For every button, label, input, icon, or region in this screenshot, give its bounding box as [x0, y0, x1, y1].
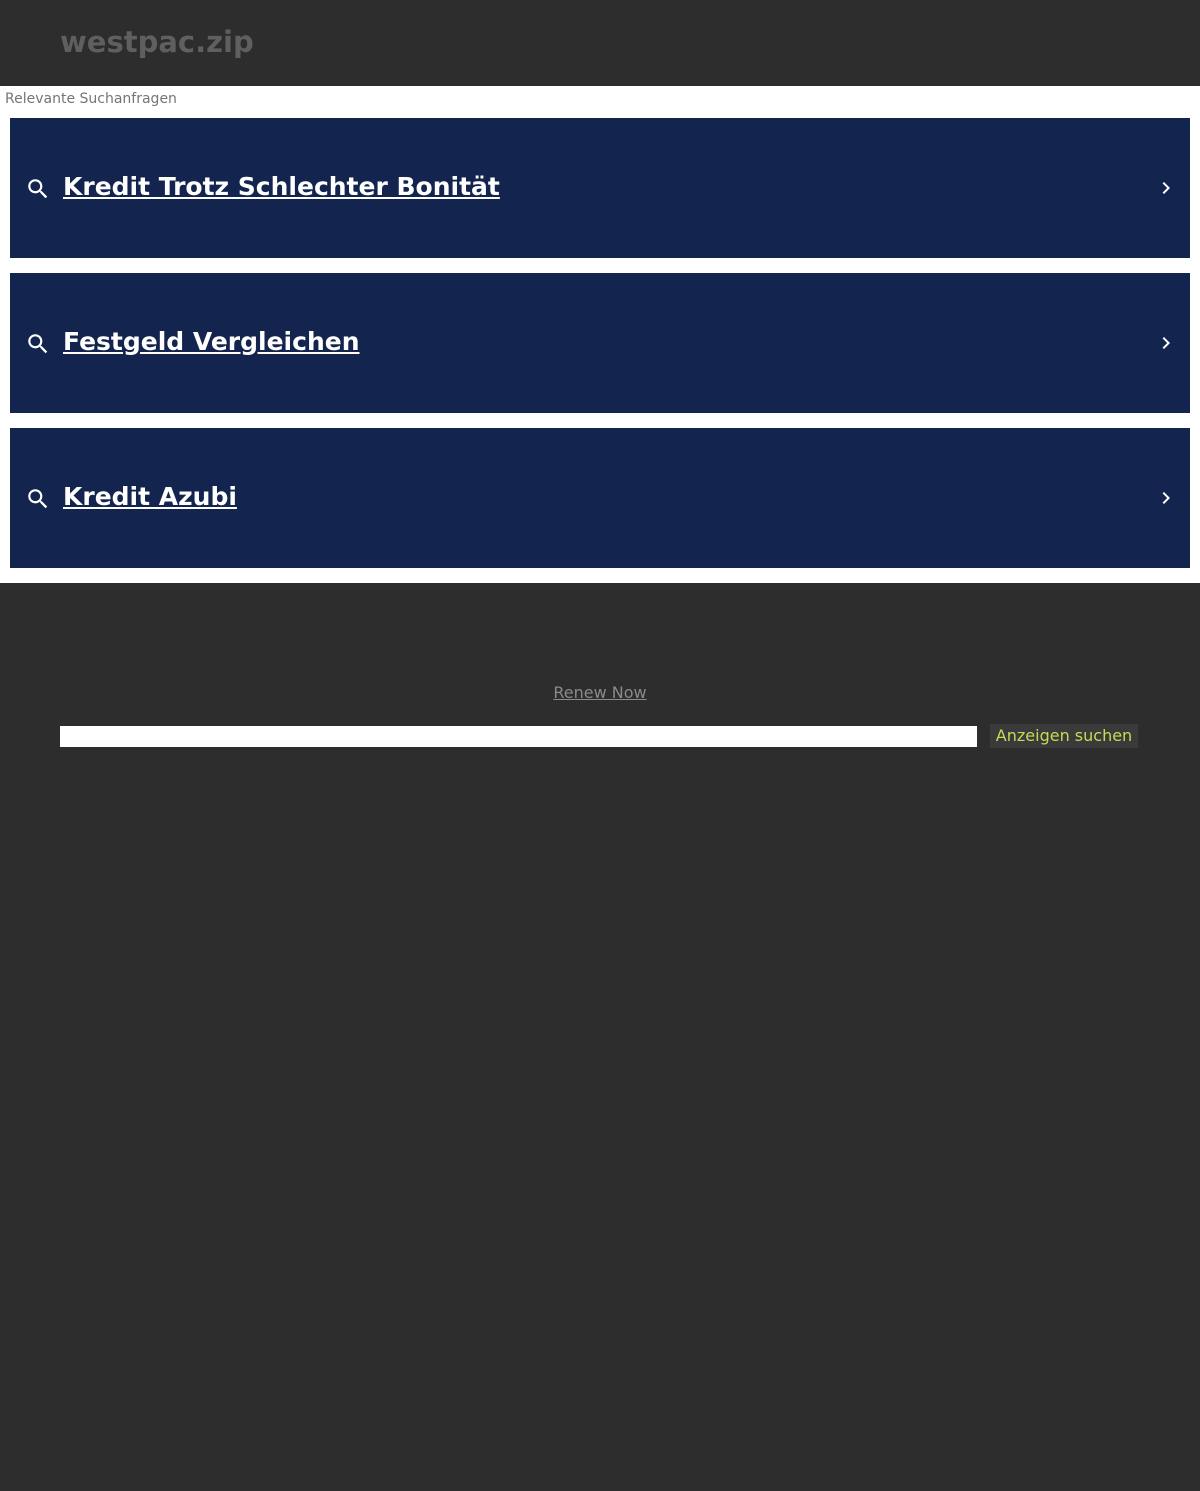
search-ads-button[interactable]: Anzeigen suchen — [990, 724, 1138, 748]
chevron-right-icon — [1162, 182, 1170, 194]
related-search-label: Festgeld Vergleichen — [63, 327, 360, 356]
search-icon — [28, 334, 48, 354]
header: westpac.zip — [0, 0, 1200, 86]
related-searches: Relevante Suchanfragen Kredit Trotz Schl… — [0, 86, 1200, 583]
related-search-label: Kredit Azubi — [63, 482, 237, 511]
search-icon — [28, 179, 48, 199]
chevron-right-icon — [1162, 337, 1170, 349]
domain-title: westpac.zip — [60, 25, 254, 59]
footer: Renew Now Anzeigen suchen — [0, 583, 1200, 1491]
related-search-link[interactable]: Kredit Azubi — [10, 428, 1190, 568]
related-search-label: Kredit Trotz Schlechter Bonität — [63, 172, 500, 201]
chevron-right-icon — [1162, 492, 1170, 504]
related-search-link[interactable]: Festgeld Vergleichen — [10, 273, 1190, 413]
related-searches-heading: Relevante Suchanfragen — [5, 91, 177, 107]
related-search-link[interactable]: Kredit Trotz Schlechter Bonität — [10, 118, 1190, 258]
search-input[interactable] — [60, 726, 977, 747]
renew-now-link[interactable]: Renew Now — [0, 683, 1200, 703]
search-icon — [28, 489, 48, 509]
